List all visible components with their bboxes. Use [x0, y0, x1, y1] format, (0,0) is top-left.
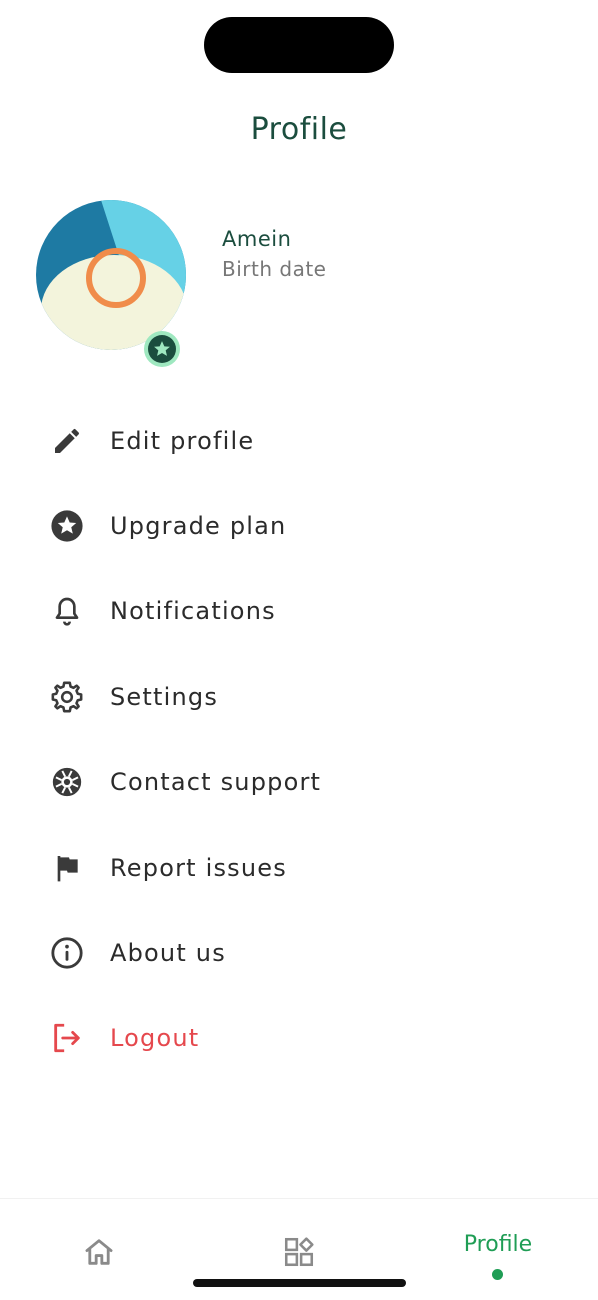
nav-tab-home[interactable] [80, 1199, 120, 1299]
bell-icon [49, 593, 85, 629]
nav-profile-label: Profile [463, 1232, 533, 1257]
lifebuoy-icon [49, 764, 85, 800]
menu-item-label: Report issues [110, 853, 287, 882]
star-icon [154, 341, 170, 356]
menu-item-upgrade-plan[interactable]: Upgrade plan [0, 483, 598, 568]
menu-item-label: Logout [110, 1024, 200, 1053]
star-circle-icon [49, 508, 85, 544]
profile-menu: Edit profile Upgrade plan Notifications … [0, 398, 598, 1081]
page-title: Profile [250, 112, 348, 147]
menu-item-settings[interactable]: Settings [0, 654, 598, 739]
dynamic-island [204, 17, 394, 73]
avatar-container[interactable] [36, 200, 186, 370]
menu-item-label: About us [110, 939, 226, 968]
shapes-icon [282, 1235, 316, 1273]
home-icon [82, 1235, 116, 1273]
menu-item-label: Edit profile [110, 426, 255, 455]
home-indicator[interactable] [193, 1279, 406, 1287]
menu-item-label: Contact support [110, 768, 322, 797]
nav-tab-profile[interactable]: Profile [452, 1199, 544, 1299]
menu-item-about-us[interactable]: About us [0, 910, 598, 995]
menu-item-label: Notifications [110, 597, 276, 626]
flag-icon [49, 850, 85, 886]
pencil-icon [49, 423, 85, 459]
user-birth-date: Birth date [222, 257, 327, 281]
user-name: Amein [222, 227, 292, 251]
premium-badge [144, 331, 180, 367]
menu-item-notifications[interactable]: Notifications [0, 569, 598, 654]
gear-icon [49, 679, 85, 715]
menu-item-edit-profile[interactable]: Edit profile [0, 398, 598, 483]
menu-item-report-issues[interactable]: Report issues [0, 825, 598, 910]
active-tab-indicator [492, 1269, 503, 1280]
menu-item-label: Upgrade plan [110, 512, 287, 541]
menu-item-logout[interactable]: Logout [0, 996, 598, 1081]
info-icon [49, 935, 85, 971]
menu-item-contact-support[interactable]: Contact support [0, 740, 598, 825]
logout-icon [49, 1020, 85, 1056]
avatar[interactable] [36, 200, 186, 350]
menu-item-label: Settings [110, 682, 219, 711]
